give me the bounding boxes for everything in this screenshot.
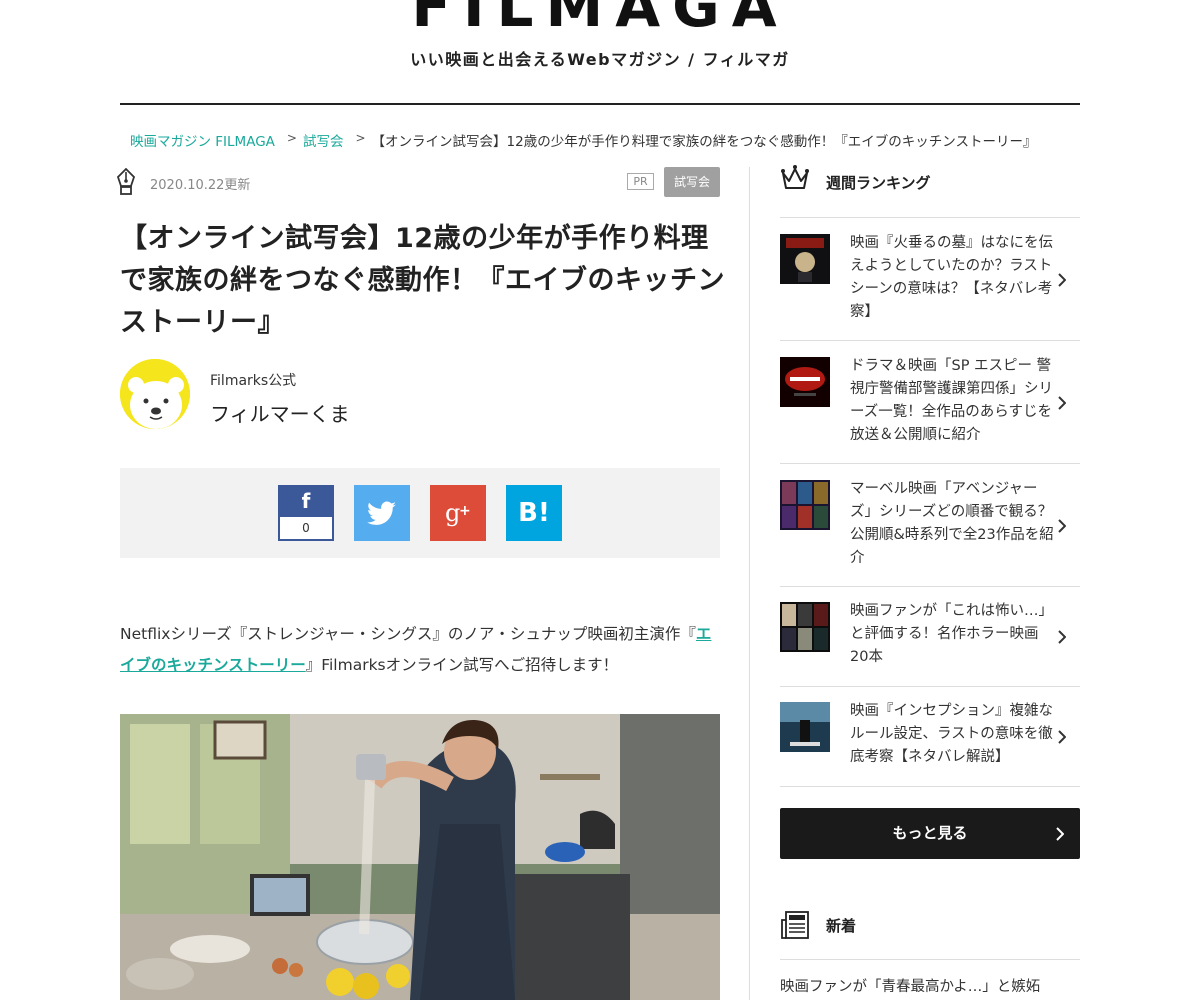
share-box: f 0 g + B! — [120, 468, 720, 558]
ranking-item[interactable]: ドラマ＆映画「SP エスピー 警視庁警備部警護課第四係」シリーズ一覧！全作品のあ… — [780, 341, 1080, 464]
google-plus-icon: g + — [445, 499, 471, 527]
kitchen-scene-image — [120, 714, 720, 1000]
article-title: 【オンライン試写会】12歳の少年が手作り料理で家族の絆をつなぐ感動作！『エイブの… — [120, 223, 725, 338]
breadcrumb-separator: > — [355, 131, 366, 145]
ranking-title[interactable]: マーベル映画「アベンジャーズ」シリーズどの順番で観る？公開順&時系列で全23作品… — [850, 478, 1055, 570]
column-divider — [749, 167, 750, 1000]
news-divider — [780, 959, 1080, 960]
article-intro: Netflixシリーズ『ストレンジャー・シングス』のノア・シュナップ映画初主演作… — [120, 619, 720, 681]
ranking-item[interactable]: マーベル映画「アベンジャーズ」シリーズどの順番で観る？公開順&時系列で全23作品… — [780, 464, 1080, 587]
google-plus-share-button[interactable]: g + — [430, 485, 486, 541]
article-hero-image — [120, 714, 720, 1000]
chevron-right-icon — [1058, 519, 1066, 533]
ranking-thumbnail — [780, 234, 830, 284]
pr-badge: PR — [627, 173, 654, 190]
article-intro-prefix: Netflixシリーズ『ストレンジャー・シングス』のノア・シュナップ映画初主演作… — [120, 625, 696, 643]
hatena-bookmark-button[interactable]: B! — [506, 485, 562, 541]
facebook-share-count: 0 — [280, 517, 332, 539]
news-item-title[interactable]: 映画ファンが「青春最高かよ…」と嫉妬 — [780, 975, 1080, 996]
author-name[interactable]: フィルマーくま — [210, 398, 350, 427]
chevron-right-icon — [1058, 630, 1066, 644]
chevron-right-icon — [1058, 396, 1066, 410]
ranking-thumbnail — [780, 480, 830, 530]
ranking-thumbnail — [780, 357, 830, 407]
twitter-icon — [367, 501, 396, 525]
ranking-item[interactable]: 映画ファンが「これは怖い…」と評価する！名作ホラー映画20本 — [780, 587, 1080, 687]
article-intro-suffix: 』Filmarksオンライン試写へご招待します！ — [305, 656, 619, 674]
ranking-item[interactable]: 映画『火垂るの墓』はなにを伝えようとしていたのか？ラストシーンの意味は？【ネタバ… — [780, 218, 1080, 341]
ranking-heading: 週間ランキング — [826, 174, 931, 192]
breadcrumb: 映画マガジン FILMAGA > 試写会 > 【オンライン試写会】12歳の少年が手作り料… — [130, 130, 1070, 150]
chevron-right-icon — [1058, 730, 1066, 744]
author-organization: Filmarks公式 — [210, 373, 297, 389]
facebook-icon: f — [301, 489, 311, 513]
ranking-thumbnail — [780, 702, 830, 752]
crown-icon — [781, 165, 809, 189]
more-button-label: もっと見る — [892, 824, 968, 842]
pen-icon — [116, 168, 136, 195]
chevron-right-icon — [1056, 827, 1064, 841]
polar-bear-icon — [120, 359, 190, 429]
breadcrumb-current: 【オンライン試写会】12歳の少年が手作り料理で家族の絆をつなぐ感動作！『エイブの… — [371, 134, 1037, 150]
facebook-share-button[interactable]: f 0 — [278, 485, 334, 541]
ranking-list: 映画『火垂るの墓』はなにを伝えようとしていたのか？ラストシーンの意味は？【ネタバ… — [780, 217, 1080, 787]
ranking-title[interactable]: 映画『火垂るの墓』はなにを伝えようとしていたのか？ラストシーンの意味は？【ネタバ… — [850, 232, 1055, 324]
header-divider — [120, 103, 1080, 105]
breadcrumb-category-link[interactable]: 試写会 — [303, 134, 344, 150]
category-badge[interactable]: 試写会 — [664, 167, 720, 197]
ranking-item[interactable]: 映画『インセプション』複雑なルール設定、ラストの意味を徹底考察【ネタバレ解説】 — [780, 687, 1080, 787]
publish-date: 2020.10.22更新 — [150, 178, 251, 193]
more-button[interactable]: もっと見る — [780, 808, 1080, 859]
site-header: FILMAGA いい映画と出会えるWebマガジン / フィルマガ — [0, 0, 1200, 100]
svg-text:+: + — [459, 503, 471, 519]
chevron-right-icon — [1058, 273, 1066, 287]
ranking-title[interactable]: 映画『インセプション』複雑なルール設定、ラストの意味を徹底考察【ネタバレ解説】 — [850, 700, 1055, 769]
ranking-title[interactable]: 映画ファンが「これは怖い…」と評価する！名作ホラー映画20本 — [850, 600, 1055, 669]
news-heading: 新着 — [826, 917, 857, 935]
site-logo[interactable]: FILMAGA — [400, 0, 800, 34]
site-tagline: いい映画と出会えるWebマガジン / フィルマガ — [410, 50, 790, 69]
avatar[interactable] — [120, 359, 190, 429]
breadcrumb-home-link[interactable]: 映画マガジン FILMAGA — [130, 134, 275, 150]
newspaper-icon — [781, 911, 809, 939]
ranking-thumbnail — [780, 602, 830, 652]
breadcrumb-separator: > — [286, 131, 297, 145]
ranking-title[interactable]: ドラマ＆映画「SP エスピー 警視庁警備部警護課第四係」シリーズ一覧！全作品のあ… — [850, 355, 1055, 447]
twitter-share-button[interactable] — [354, 485, 410, 541]
